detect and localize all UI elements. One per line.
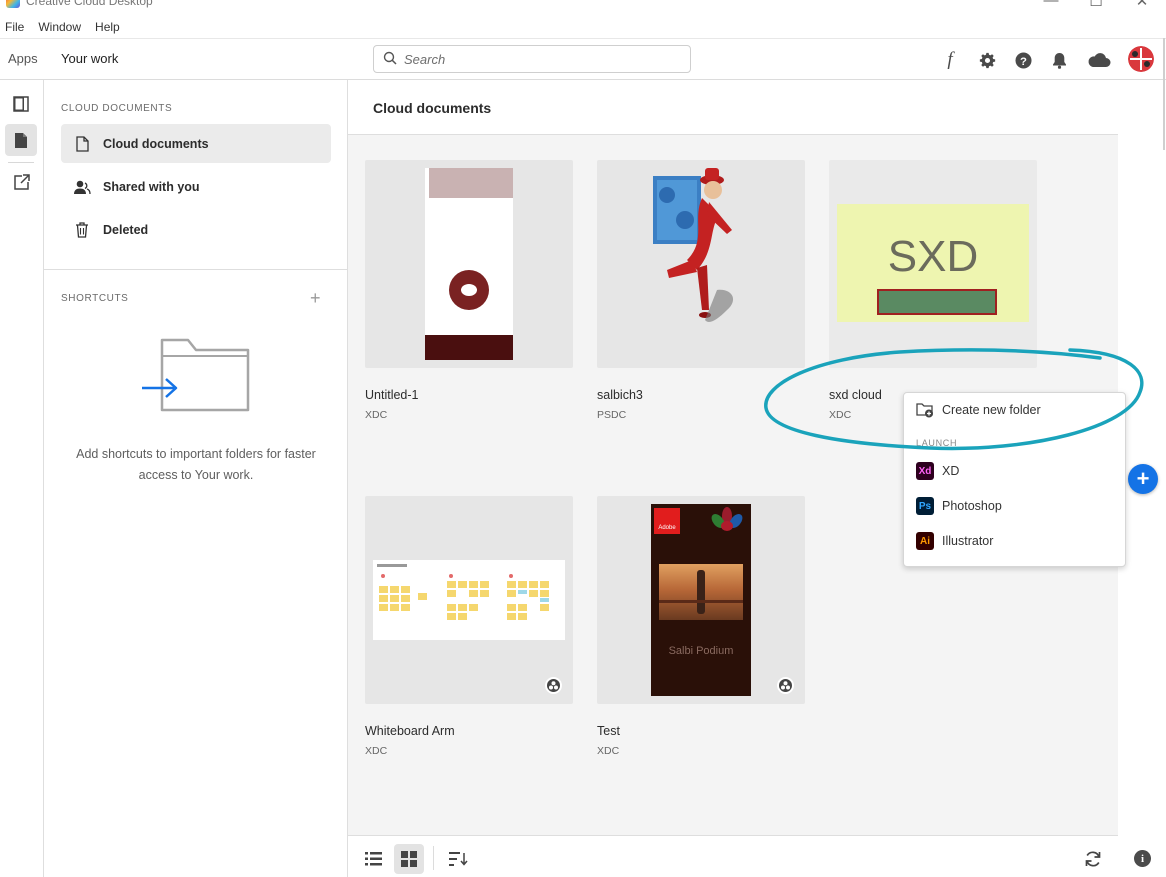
window-scrollbar[interactable] — [1163, 38, 1165, 150]
toolbar-divider — [433, 846, 434, 870]
sidebar-divider — [44, 269, 347, 270]
file-type: XDC — [597, 745, 620, 757]
left-rail — [0, 80, 44, 877]
sort-icon[interactable] — [443, 844, 473, 874]
file-type: PSDC — [597, 409, 627, 421]
main-header: Cloud documents — [348, 80, 1118, 135]
menu-file[interactable]: File — [0, 18, 29, 38]
tab-apps[interactable]: Apps — [8, 51, 38, 66]
file-card-sxd-cloud[interactable]: SXD sxd cloud XDC — [829, 160, 1037, 421]
shared-badge-icon — [777, 677, 794, 694]
close-button[interactable]: ✕ — [1127, 0, 1157, 10]
thumb-text: Salbi Podium — [668, 645, 734, 657]
sidebar-item-deleted[interactable]: Deleted — [61, 210, 331, 249]
avatar[interactable] — [1128, 46, 1154, 72]
file-card-whiteboard-arm[interactable]: Whiteboard Arm XDC — [365, 496, 573, 757]
minimize-button[interactable]: — — [1036, 0, 1066, 9]
file-name: Whiteboard Arm — [365, 724, 455, 738]
create-new-folder-item[interactable]: Create new folder — [916, 398, 1041, 422]
fonts-icon[interactable]: f — [938, 48, 962, 72]
external-link-icon[interactable] — [5, 166, 37, 198]
shortcuts-section-title: SHORTCUTS — [61, 293, 129, 304]
list-view-icon[interactable] — [358, 844, 388, 874]
thumb-artboard: SXD — [837, 204, 1029, 322]
shared-users-icon — [73, 178, 91, 196]
apps-panel-icon[interactable] — [5, 88, 37, 120]
app-label: Illustrator — [942, 534, 994, 548]
flower-logo-icon — [711, 507, 743, 531]
thumb-artboard: Adobe Salbi Podium — [651, 504, 751, 696]
file-thumbnail[interactable]: SXD — [829, 160, 1037, 368]
top-navigation: Apps Your work f ? — [0, 38, 1166, 82]
cloud-documents-section-title: CLOUD DOCUMENTS — [61, 103, 173, 114]
file-thumbnail[interactable] — [365, 496, 573, 704]
launch-photoshop-item[interactable]: Ps Photoshop — [916, 494, 1002, 518]
sidebar: CLOUD DOCUMENTS Cloud documents Shared w… — [44, 80, 348, 877]
app-label: Photoshop — [942, 499, 1002, 513]
cloud-documents-rail-icon[interactable] — [5, 124, 37, 156]
search-input[interactable] — [400, 51, 660, 67]
create-new-folder-label: Create new folder — [942, 403, 1041, 417]
illustrator-app-icon: Ai — [916, 532, 934, 550]
trash-icon — [73, 221, 91, 239]
page-title: Cloud documents — [373, 100, 492, 116]
file-name: Test — [597, 724, 620, 738]
sidebar-item-label: Cloud documents — [103, 136, 209, 151]
menu-bar: File Window Help — [0, 18, 125, 38]
app-label: XD — [942, 464, 960, 478]
notifications-bell-icon[interactable] — [1047, 48, 1071, 72]
help-icon[interactable]: ? — [1011, 48, 1035, 72]
cloud-icon[interactable] — [1086, 48, 1112, 72]
sidebar-item-shared-with-you[interactable]: Shared with you — [61, 167, 331, 206]
add-shortcut-button[interactable]: + — [310, 288, 321, 309]
file-type: XDC — [365, 745, 388, 757]
launch-section-title: LAUNCH — [916, 438, 958, 448]
file-name: salbich3 — [597, 388, 643, 402]
photoshop-app-icon: Ps — [916, 497, 934, 515]
refresh-icon[interactable] — [1078, 844, 1108, 874]
sidebar-item-cloud-documents[interactable]: Cloud documents — [61, 124, 331, 163]
file-thumbnail[interactable] — [365, 160, 573, 368]
folder-shortcut-illustration-icon — [140, 334, 252, 419]
new-folder-icon — [916, 401, 934, 419]
sidebar-item-label: Deleted — [103, 222, 149, 237]
rail-divider — [8, 162, 34, 163]
settings-gear-icon[interactable] — [975, 48, 999, 72]
shared-badge-icon — [545, 677, 562, 694]
file-card-untitled-1[interactable]: Untitled-1 XDC — [365, 160, 573, 421]
adobe-logo-text: Adobe — [658, 525, 676, 531]
adobe-logo-icon: Adobe — [654, 508, 680, 534]
launch-xd-item[interactable]: Xd XD — [916, 459, 959, 483]
thumb-rect — [877, 289, 997, 315]
create-menu-popup: Create new folder LAUNCH Xd XD Ps Photos… — [903, 392, 1126, 567]
thumb-text: SXD — [887, 232, 979, 281]
create-new-button[interactable]: + — [1128, 464, 1158, 494]
xd-app-icon: Xd — [916, 462, 934, 480]
search-icon — [374, 51, 400, 68]
file-type: XDC — [365, 409, 388, 421]
window-title: Creative Cloud Desktop — [26, 0, 153, 8]
thumb-photo — [659, 564, 743, 620]
sidebar-item-label: Shared with you — [103, 179, 200, 194]
menu-help[interactable]: Help — [86, 18, 125, 38]
file-card-test[interactable]: Adobe Salbi Podium Test XDC — [597, 496, 805, 757]
launch-illustrator-item[interactable]: Ai Illustrator — [916, 529, 993, 553]
file-card-salbich3[interactable]: salbich3 PSDC — [597, 160, 805, 421]
bottom-toolbar — [348, 835, 1118, 877]
svg-text:?: ? — [1020, 55, 1027, 67]
maximize-button[interactable]: ☐ — [1081, 0, 1111, 10]
creative-cloud-logo-icon — [6, 0, 20, 8]
search-box[interactable] — [373, 45, 691, 73]
grid-view-icon[interactable] — [394, 844, 424, 874]
shortcuts-empty-text: Add shortcuts to important folders for f… — [76, 447, 316, 482]
document-icon — [73, 135, 91, 153]
tab-your-work[interactable]: Your work — [61, 51, 121, 82]
file-name: Untitled-1 — [365, 388, 419, 402]
title-bar: Creative Cloud Desktop — ☐ ✕ — [0, 0, 1166, 16]
file-thumbnail[interactable]: Adobe Salbi Podium — [597, 496, 805, 704]
info-icon[interactable]: i — [1134, 850, 1151, 867]
menu-window[interactable]: Window — [29, 18, 86, 38]
file-thumbnail[interactable] — [597, 160, 805, 368]
